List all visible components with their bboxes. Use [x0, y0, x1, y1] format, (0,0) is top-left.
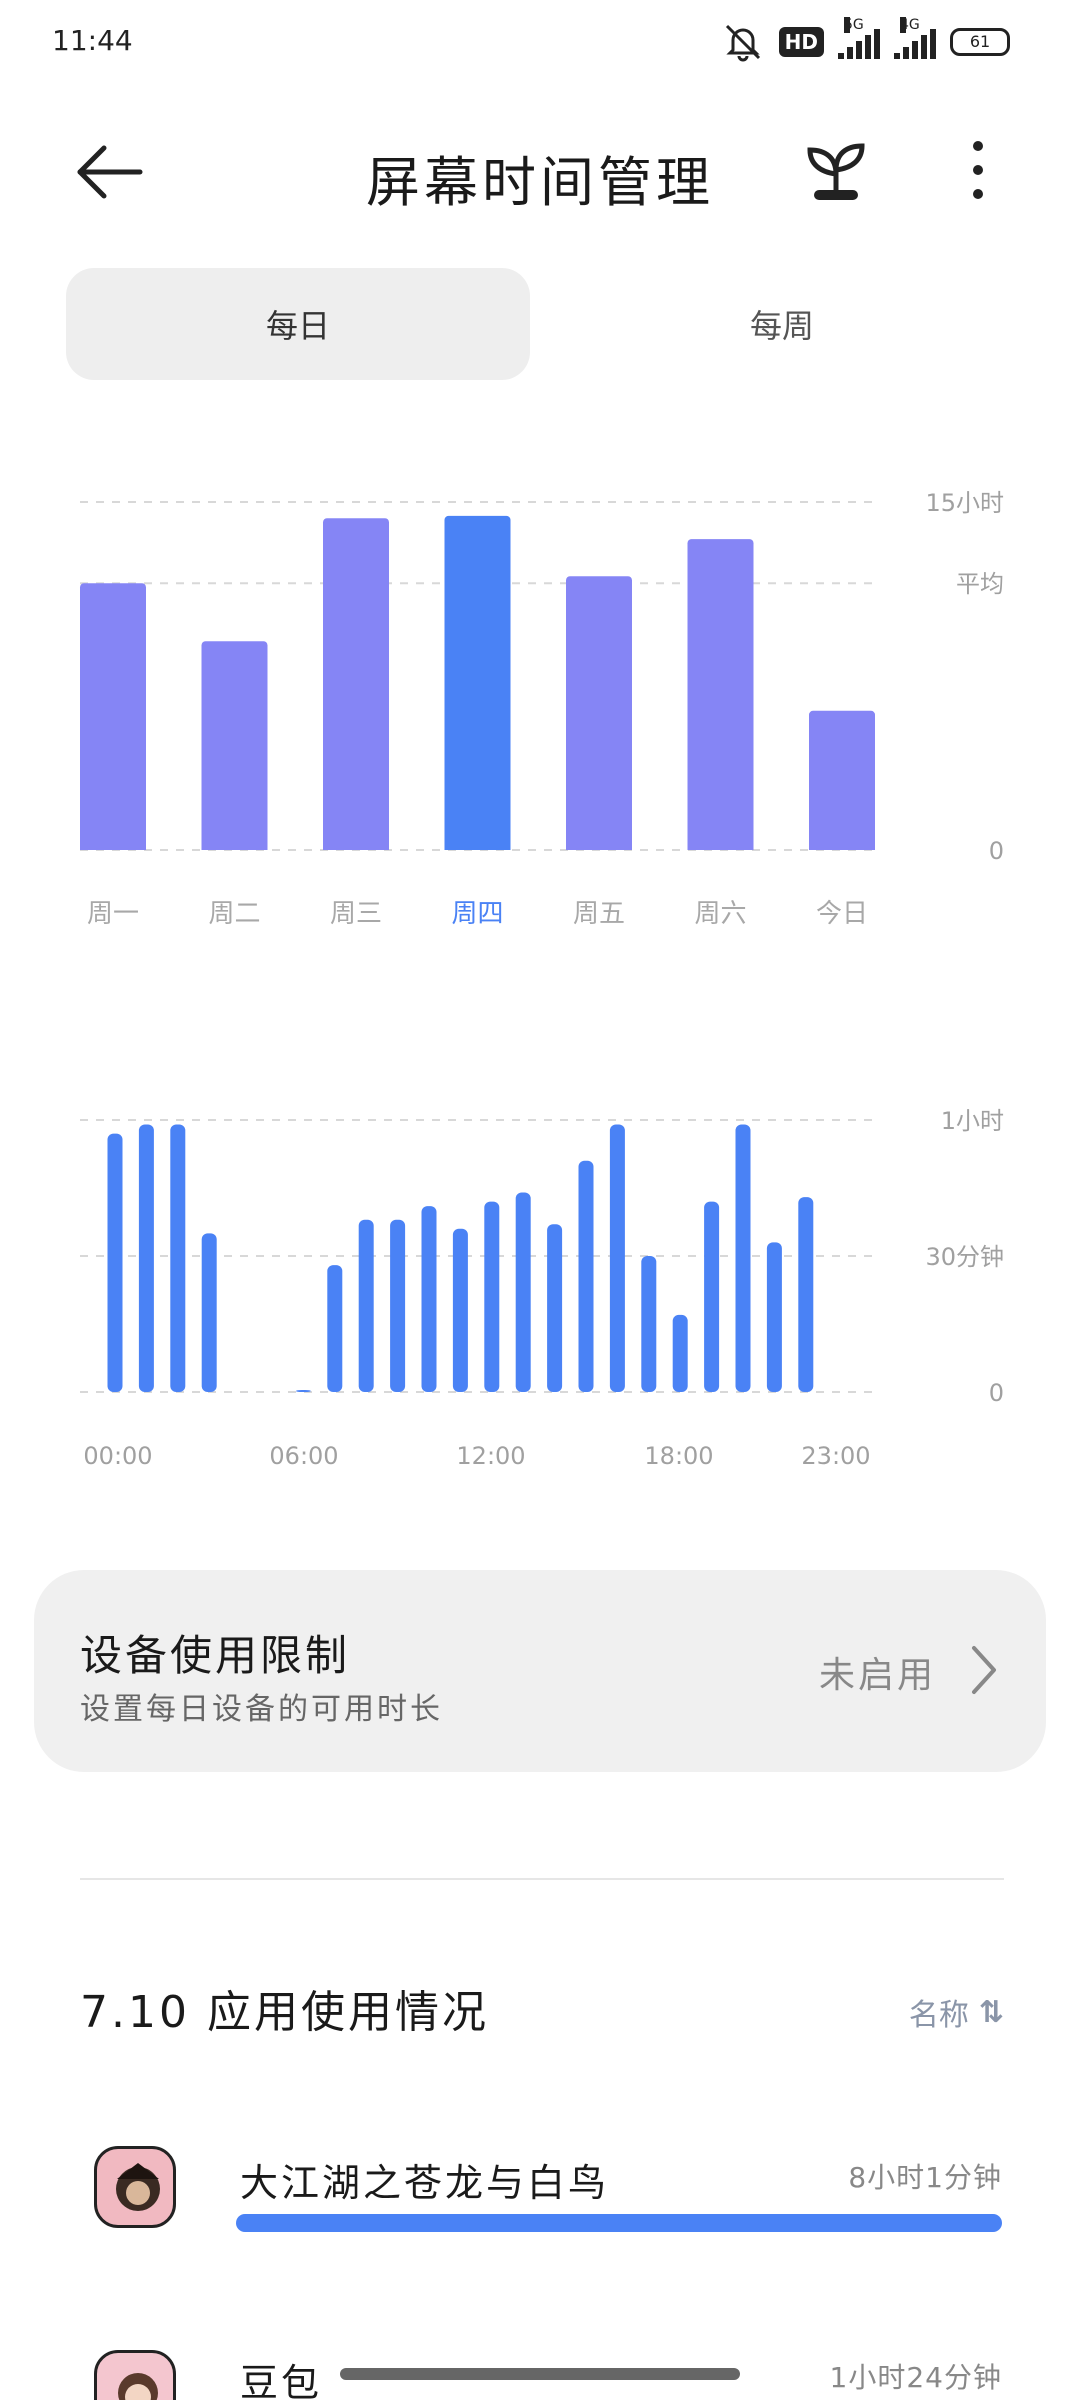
- y-tick-label: 15小时: [925, 489, 1004, 517]
- hourly-bar[interactable]: [201, 1233, 217, 1392]
- x-tick-label: 周二: [208, 899, 260, 929]
- weekly-bar[interactable]: [566, 576, 632, 850]
- signal-4g-icon: 4G: [894, 17, 936, 59]
- period-tabs: 每日 每周: [66, 268, 1014, 380]
- hourly-bar[interactable]: [798, 1197, 814, 1392]
- avatar-girl-icon: [118, 2373, 158, 2400]
- x-tick-label: 12:00: [456, 1442, 525, 1470]
- hourly-bar[interactable]: [138, 1124, 154, 1392]
- app-usage-time: 1小时24分钟: [829, 2361, 1002, 2394]
- weekly-bar[interactable]: [323, 518, 389, 850]
- hourly-bar[interactable]: [107, 1133, 123, 1392]
- status-time: 11:44: [52, 24, 133, 57]
- status-bar: 11:44 HD 5G 4G 61: [0, 0, 1080, 90]
- sprout-icon[interactable]: [800, 134, 872, 206]
- game-character-icon: [116, 2163, 160, 2211]
- sort-button[interactable]: 名称 ⇅: [909, 1990, 1004, 2034]
- x-tick-label: 00:00: [83, 1442, 152, 1470]
- hourly-bar[interactable]: [609, 1124, 625, 1392]
- weekly-bar[interactable]: [80, 583, 146, 850]
- sort-order-icon: ⇅: [978, 1994, 1004, 2030]
- y-tick-label: 30分钟: [925, 1243, 1004, 1271]
- hourly-bar[interactable]: [452, 1228, 468, 1392]
- weekly-bar[interactable]: [201, 641, 268, 850]
- sort-label: 名称: [908, 1998, 969, 2033]
- app-usage-time: 8小时1分钟: [848, 2161, 1002, 2194]
- chevron-right-icon: [972, 1646, 996, 1694]
- device-limit-status: 未启用: [818, 1655, 936, 1696]
- hourly-bar[interactable]: [515, 1192, 531, 1392]
- weekly-usage-chart: 15小时平均 0 周一 周二 周三 周四 周五 周六 今日: [80, 489, 1004, 929]
- x-tick-label: 周一: [87, 899, 139, 929]
- more-options-icon[interactable]: [958, 134, 998, 206]
- hourly-bar[interactable]: [704, 1201, 720, 1392]
- x-tick-label: 周四: [451, 899, 503, 929]
- hourly-bar[interactable]: [170, 1124, 186, 1392]
- hourly-bar[interactable]: [421, 1206, 437, 1392]
- app-name: 豆包: [240, 2361, 323, 2400]
- hourly-bar[interactable]: [578, 1160, 594, 1392]
- app-usage-row[interactable]: 大江湖之苍龙与白鸟 8小时1分钟: [0, 2130, 1080, 2280]
- network-type-label: 4G: [900, 17, 920, 33]
- app-usage-row[interactable]: 豆包 1小时24分钟: [0, 2330, 1080, 2400]
- hourly-bar[interactable]: [735, 1124, 751, 1392]
- home-indicator[interactable]: [340, 2368, 740, 2380]
- x-tick-label: 周五: [573, 899, 625, 929]
- device-limit-subtitle: 设置每日设备的可用时长: [80, 1692, 443, 1727]
- status-icons: HD 5G 4G 61: [721, 17, 1010, 62]
- y-tick-label: 0: [989, 837, 1004, 865]
- x-tick-label: 23:00: [801, 1442, 870, 1470]
- hourly-bar[interactable]: [484, 1201, 500, 1392]
- signal-5g-icon: 5G: [838, 17, 880, 59]
- tab-weekly[interactable]: 每周: [550, 268, 1014, 380]
- weekly-bar[interactable]: [444, 515, 511, 850]
- hourly-bar[interactable]: [295, 1390, 311, 1392]
- hourly-bar[interactable]: [766, 1242, 782, 1392]
- page-title: 屏幕时间管理: [366, 151, 714, 214]
- hourly-bar[interactable]: [358, 1219, 374, 1392]
- app-name: 大江湖之苍龙与白鸟: [240, 2161, 610, 2205]
- average-label: 平均: [956, 570, 1004, 598]
- weekly-bar[interactable]: [687, 539, 754, 850]
- network-type-label: 5G: [844, 17, 864, 33]
- hourly-bar[interactable]: [672, 1314, 688, 1392]
- hourly-bar[interactable]: [641, 1256, 657, 1392]
- hourly-bar[interactable]: [327, 1265, 343, 1392]
- x-tick-label: 周六: [694, 899, 746, 929]
- hd-badge: HD: [778, 27, 824, 57]
- app-bar: 屏幕时间管理: [0, 110, 1080, 220]
- app-icon-doubao: [94, 2350, 176, 2400]
- x-tick-label: 今日: [816, 899, 868, 929]
- weekly-bar[interactable]: [809, 710, 875, 850]
- hourly-usage-chart: 1小时 30分钟 0 00:00 06:00 12:00 18:00 23:00: [80, 1107, 1004, 1470]
- y-tick-label: 0: [989, 1379, 1004, 1407]
- hourly-bar[interactable]: [390, 1219, 406, 1392]
- device-limit-card[interactable]: 设备使用限制 设置每日设备的可用时长 未启用: [34, 1570, 1046, 1772]
- y-tick-label: 1小时: [941, 1107, 1004, 1135]
- x-tick-label: 06:00: [269, 1442, 338, 1470]
- vibrate-mute-icon: [725, 24, 760, 62]
- tab-daily[interactable]: 每日: [66, 268, 530, 380]
- app-icon-dajianghu: [94, 2146, 176, 2228]
- x-tick-label: 周三: [330, 899, 382, 929]
- hourly-bar[interactable]: [547, 1224, 563, 1392]
- x-tick-label: 18:00: [644, 1442, 713, 1470]
- device-limit-title: 设备使用限制: [80, 1631, 351, 1680]
- app-usage-header: 7.10 应用使用情况: [80, 1987, 489, 2038]
- battery-icon: 61: [950, 28, 1010, 56]
- app-usage-bar: [236, 2214, 1002, 2232]
- section-divider: [80, 1878, 1004, 1880]
